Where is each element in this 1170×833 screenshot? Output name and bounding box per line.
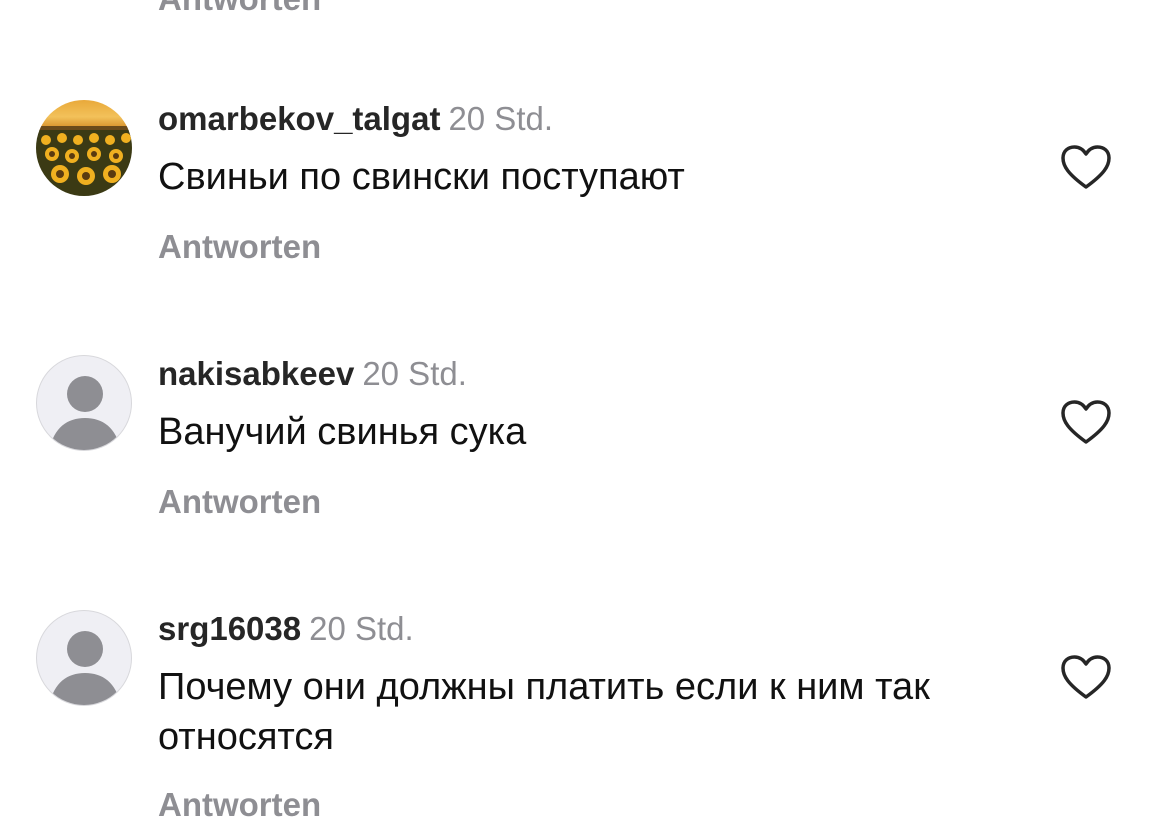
heart-icon [1061, 655, 1111, 699]
default-user-icon [49, 631, 121, 705]
sunflower-avatar-image [36, 100, 132, 196]
avatar[interactable] [36, 610, 132, 706]
heart-icon [1061, 145, 1111, 189]
comment-meta: srg16038 20 Std. [158, 610, 414, 648]
reply-button-partial[interactable]: Antworten [158, 0, 321, 18]
comment-text: Почему они должны платить если к ним так… [158, 666, 930, 758]
username[interactable]: omarbekov_talgat [158, 100, 440, 137]
comment-meta: nakisabkeev 20 Std. [158, 355, 467, 393]
comment-text: Ванучий свинья сука [158, 411, 527, 453]
like-button[interactable] [1060, 399, 1112, 447]
timestamp: 20 Std. [309, 610, 414, 647]
username[interactable]: srg16038 [158, 610, 301, 647]
reply-button[interactable]: Antworten [158, 483, 321, 521]
like-button[interactable] [1060, 654, 1112, 702]
comment-meta: omarbekov_talgat 20 Std. [158, 100, 553, 138]
like-button[interactable] [1060, 144, 1112, 192]
avatar[interactable] [36, 100, 132, 196]
avatar[interactable] [36, 355, 132, 451]
timestamp: 20 Std. [448, 100, 554, 137]
reply-button[interactable]: Antworten [158, 786, 321, 824]
comment-text: Свиньи по свински поступают [158, 156, 685, 198]
timestamp: 20 Std. [362, 355, 467, 392]
username[interactable]: nakisabkeev [158, 355, 354, 392]
heart-icon [1061, 400, 1111, 444]
default-user-icon [49, 376, 121, 450]
reply-button[interactable]: Antworten [158, 228, 321, 266]
